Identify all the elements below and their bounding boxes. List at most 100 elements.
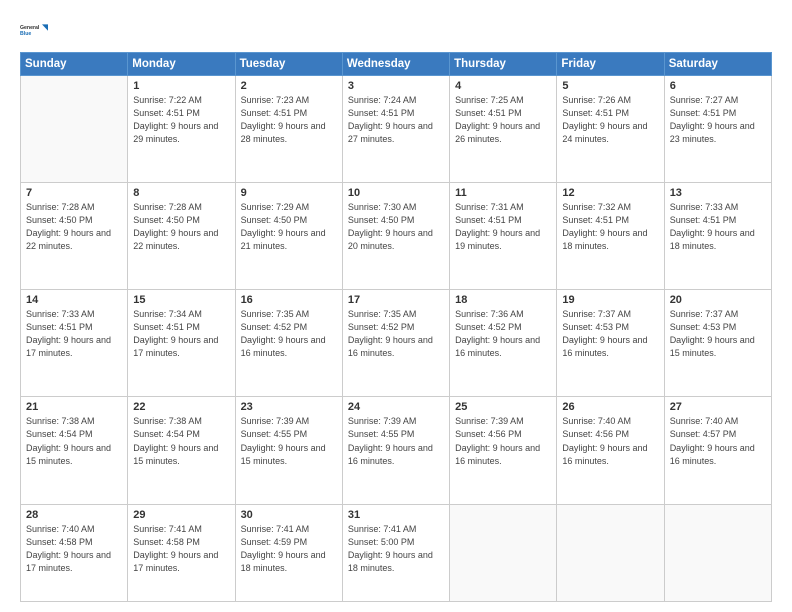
calendar-header-row: SundayMondayTuesdayWednesdayThursdayFrid… xyxy=(21,53,772,76)
calendar-cell: 3 Sunrise: 7:24 AMSunset: 4:51 PMDaylight… xyxy=(342,76,449,183)
day-number: 17 xyxy=(348,294,444,306)
day-number: 1 xyxy=(133,80,229,92)
calendar-cell: 7Sunrise: 7:28 AMSunset: 4:50 PMDaylight… xyxy=(21,183,128,290)
calendar-cell: 16Sunrise: 7:35 AMSunset: 4:52 PMDayligh… xyxy=(235,290,342,397)
page-container: GeneralBlue SundayMondayTuesdayWednesday… xyxy=(0,0,792,612)
day-info: Sunrise: 7:40 AMSunset: 4:58 PMDaylight:… xyxy=(26,523,122,575)
calendar-week-3: 14 Sunrise: 7:33 AMSunset: 4:51 PMDayligh… xyxy=(21,290,772,397)
calendar-cell xyxy=(557,504,664,601)
day-info: Sunrise: 7:24 AMSunset: 4:51 PMDaylight:… xyxy=(348,94,444,146)
calendar-cell: 2 Sunrise: 7:23 AMSunset: 4:51 PMDaylight… xyxy=(235,76,342,183)
day-number: 8 xyxy=(133,187,229,199)
day-number: 11 xyxy=(455,187,551,199)
day-info: Sunrise: 7:41 AMSunset: 4:59 PMDaylight:… xyxy=(241,523,337,575)
calendar-cell: 24Sunrise: 7:39 AMSunset: 4:55 PMDayligh… xyxy=(342,397,449,504)
day-number: 22 xyxy=(133,401,229,413)
day-number: 21 xyxy=(26,401,122,413)
calendar-cell: 23 Sunrise: 7:39 AMSunset: 4:55 PMDayligh… xyxy=(235,397,342,504)
calendar-cell: 6 Sunrise: 7:27 AMSunset: 4:51 PMDaylight… xyxy=(664,76,771,183)
svg-text:Blue: Blue xyxy=(20,31,31,37)
day-number: 3 xyxy=(348,80,444,92)
day-number: 19 xyxy=(562,294,658,306)
calendar-cell: 20 Sunrise: 7:37 AMSunset: 4:53 PMDayligh… xyxy=(664,290,771,397)
day-number: 25 xyxy=(455,401,551,413)
calendar-cell: 14 Sunrise: 7:33 AMSunset: 4:51 PMDayligh… xyxy=(21,290,128,397)
day-number: 23 xyxy=(241,401,337,413)
day-info: Sunrise: 7:28 AMSunset: 4:50 PMDaylight:… xyxy=(133,201,229,253)
calendar-cell: 11 Sunrise: 7:31 AMSunset: 4:51 PMDayligh… xyxy=(450,183,557,290)
calendar-cell: 12Sunrise: 7:32 AMSunset: 4:51 PMDayligh… xyxy=(557,183,664,290)
calendar-cell: 10 Sunrise: 7:30 AMSunset: 4:50 PMDayligh… xyxy=(342,183,449,290)
day-info: Sunrise: 7:26 AMSunset: 4:51 PMDaylight:… xyxy=(562,94,658,146)
calendar-header-wednesday: Wednesday xyxy=(342,53,449,76)
day-number: 20 xyxy=(670,294,766,306)
day-number: 4 xyxy=(455,80,551,92)
day-number: 30 xyxy=(241,509,337,521)
calendar-cell: 22 Sunrise: 7:38 AMSunset: 4:54 PMDayligh… xyxy=(128,397,235,504)
logo-icon: GeneralBlue xyxy=(20,16,48,44)
header: GeneralBlue xyxy=(20,16,772,44)
day-number: 6 xyxy=(670,80,766,92)
calendar-week-2: 7Sunrise: 7:28 AMSunset: 4:50 PMDaylight… xyxy=(21,183,772,290)
day-info: Sunrise: 7:36 AMSunset: 4:52 PMDaylight:… xyxy=(455,308,551,360)
calendar-header-monday: Monday xyxy=(128,53,235,76)
calendar-cell xyxy=(450,504,557,601)
calendar-header-sunday: Sunday xyxy=(21,53,128,76)
calendar-cell: 27Sunrise: 7:40 AMSunset: 4:57 PMDayligh… xyxy=(664,397,771,504)
calendar-cell: 5 Sunrise: 7:26 AMSunset: 4:51 PMDaylight… xyxy=(557,76,664,183)
calendar-cell: 13Sunrise: 7:33 AMSunset: 4:51 PMDayligh… xyxy=(664,183,771,290)
calendar-cell: 15Sunrise: 7:34 AMSunset: 4:51 PMDayligh… xyxy=(128,290,235,397)
day-info: Sunrise: 7:22 AMSunset: 4:51 PMDaylight:… xyxy=(133,94,229,146)
day-number: 28 xyxy=(26,509,122,521)
day-info: Sunrise: 7:32 AMSunset: 4:51 PMDaylight:… xyxy=(562,201,658,253)
calendar-cell xyxy=(21,76,128,183)
day-info: Sunrise: 7:40 AMSunset: 4:56 PMDaylight:… xyxy=(562,415,658,467)
calendar-week-1: 1 Sunrise: 7:22 AMSunset: 4:51 PMDaylight… xyxy=(21,76,772,183)
day-info: Sunrise: 7:23 AMSunset: 4:51 PMDaylight:… xyxy=(241,94,337,146)
day-number: 5 xyxy=(562,80,658,92)
calendar-cell: 8 Sunrise: 7:28 AMSunset: 4:50 PMDaylight… xyxy=(128,183,235,290)
calendar-cell: 25 Sunrise: 7:39 AMSunset: 4:56 PMDayligh… xyxy=(450,397,557,504)
day-info: Sunrise: 7:29 AMSunset: 4:50 PMDaylight:… xyxy=(241,201,337,253)
day-info: Sunrise: 7:41 AMSunset: 5:00 PMDaylight:… xyxy=(348,523,444,575)
calendar-table: SundayMondayTuesdayWednesdayThursdayFrid… xyxy=(20,52,772,602)
day-info: Sunrise: 7:33 AMSunset: 4:51 PMDaylight:… xyxy=(26,308,122,360)
day-info: Sunrise: 7:27 AMSunset: 4:51 PMDaylight:… xyxy=(670,94,766,146)
calendar-cell: 17Sunrise: 7:35 AMSunset: 4:52 PMDayligh… xyxy=(342,290,449,397)
day-number: 16 xyxy=(241,294,337,306)
day-info: Sunrise: 7:25 AMSunset: 4:51 PMDaylight:… xyxy=(455,94,551,146)
calendar-cell: 19Sunrise: 7:37 AMSunset: 4:53 PMDayligh… xyxy=(557,290,664,397)
day-info: Sunrise: 7:41 AMSunset: 4:58 PMDaylight:… xyxy=(133,523,229,575)
day-info: Sunrise: 7:38 AMSunset: 4:54 PMDaylight:… xyxy=(26,415,122,467)
calendar-cell: 30 Sunrise: 7:41 AMSunset: 4:59 PMDayligh… xyxy=(235,504,342,601)
calendar-header-saturday: Saturday xyxy=(664,53,771,76)
calendar-cell xyxy=(664,504,771,601)
calendar-cell: 4 Sunrise: 7:25 AMSunset: 4:51 PMDaylight… xyxy=(450,76,557,183)
day-number: 27 xyxy=(670,401,766,413)
day-info: Sunrise: 7:39 AMSunset: 4:56 PMDaylight:… xyxy=(455,415,551,467)
day-info: Sunrise: 7:37 AMSunset: 4:53 PMDaylight:… xyxy=(670,308,766,360)
day-number: 14 xyxy=(26,294,122,306)
day-info: Sunrise: 7:34 AMSunset: 4:51 PMDaylight:… xyxy=(133,308,229,360)
calendar-cell: 31Sunrise: 7:41 AMSunset: 5:00 PMDayligh… xyxy=(342,504,449,601)
day-info: Sunrise: 7:30 AMSunset: 4:50 PMDaylight:… xyxy=(348,201,444,253)
day-info: Sunrise: 7:39 AMSunset: 4:55 PMDaylight:… xyxy=(348,415,444,467)
calendar-cell: 29 Sunrise: 7:41 AMSunset: 4:58 PMDayligh… xyxy=(128,504,235,601)
day-number: 2 xyxy=(241,80,337,92)
day-info: Sunrise: 7:39 AMSunset: 4:55 PMDaylight:… xyxy=(241,415,337,467)
day-number: 29 xyxy=(133,509,229,521)
logo: GeneralBlue xyxy=(20,16,48,44)
day-number: 13 xyxy=(670,187,766,199)
day-number: 9 xyxy=(241,187,337,199)
calendar-cell: 21 Sunrise: 7:38 AMSunset: 4:54 PMDayligh… xyxy=(21,397,128,504)
day-info: Sunrise: 7:31 AMSunset: 4:51 PMDaylight:… xyxy=(455,201,551,253)
calendar-header-thursday: Thursday xyxy=(450,53,557,76)
day-info: Sunrise: 7:38 AMSunset: 4:54 PMDaylight:… xyxy=(133,415,229,467)
calendar-cell: 26 Sunrise: 7:40 AMSunset: 4:56 PMDayligh… xyxy=(557,397,664,504)
calendar-week-4: 21 Sunrise: 7:38 AMSunset: 4:54 PMDayligh… xyxy=(21,397,772,504)
day-number: 10 xyxy=(348,187,444,199)
day-info: Sunrise: 7:28 AMSunset: 4:50 PMDaylight:… xyxy=(26,201,122,253)
day-number: 26 xyxy=(562,401,658,413)
calendar-cell: 1 Sunrise: 7:22 AMSunset: 4:51 PMDaylight… xyxy=(128,76,235,183)
calendar-cell: 18Sunrise: 7:36 AMSunset: 4:52 PMDayligh… xyxy=(450,290,557,397)
